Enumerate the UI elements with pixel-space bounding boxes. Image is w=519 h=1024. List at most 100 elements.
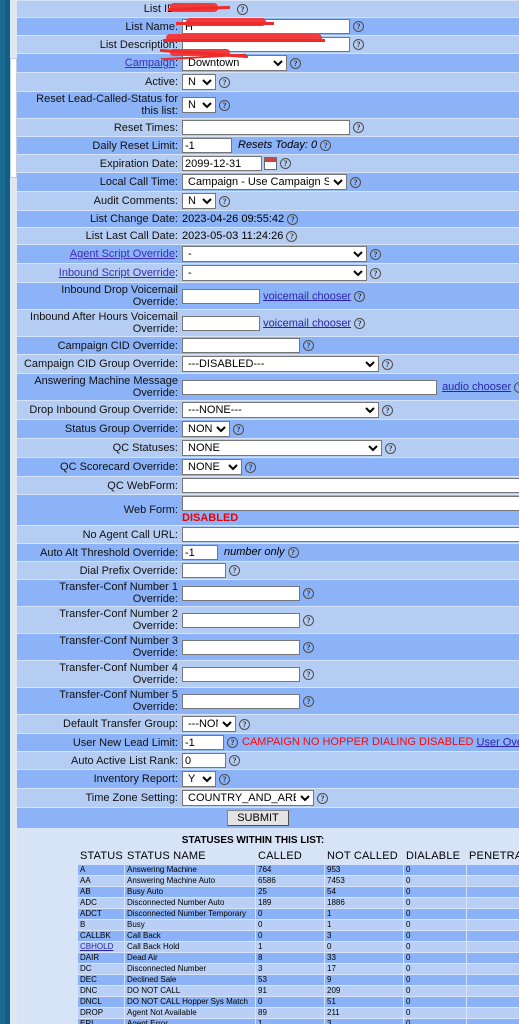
- help-icon[interactable]: ?: [370, 248, 381, 260]
- select-input[interactable]: COUNTRY_AND_AREA_CODE: [182, 790, 314, 806]
- help-icon[interactable]: ?: [354, 290, 366, 302]
- select-input[interactable]: Campaign - Use Campaign Settings: [182, 174, 347, 190]
- text-input[interactable]: [182, 693, 300, 709]
- select-input[interactable]: ---NONE---: [182, 402, 379, 418]
- select-input[interactable]: NONE: [182, 459, 242, 475]
- help-icon[interactable]: ?: [350, 176, 361, 188]
- text-input[interactable]: [182, 379, 437, 395]
- text-input[interactable]: [182, 156, 262, 171]
- help-icon[interactable]: ?: [219, 773, 230, 785]
- help-icon[interactable]: ?: [286, 230, 298, 242]
- submit-button[interactable]: SUBMIT: [227, 810, 289, 826]
- user-overrides-link[interactable]: User Overrides for this: [477, 736, 519, 748]
- help-icon[interactable]: ?: [290, 57, 301, 69]
- help-icon[interactable]: ?: [303, 641, 314, 653]
- penetration-cell: 0%: [467, 1008, 519, 1018]
- help-icon[interactable]: ?: [354, 317, 366, 329]
- text-input[interactable]: [182, 639, 300, 655]
- help-icon[interactable]: ?: [303, 668, 314, 680]
- form-row-label-link[interactable]: Campaign: [125, 57, 175, 69]
- chooser-link[interactable]: voicemail chooser: [263, 317, 351, 329]
- help-icon[interactable]: ?: [514, 381, 519, 393]
- select-input[interactable]: N: [182, 97, 216, 113]
- help-icon[interactable]: ?: [229, 565, 240, 576]
- text-input[interactable]: [182, 545, 218, 560]
- help-icon[interactable]: ?: [219, 195, 230, 207]
- form-row-label-link[interactable]: Agent Script Override: [70, 248, 175, 260]
- status-code-link[interactable]: CBHOLD: [80, 942, 113, 951]
- status-code-cell[interactable]: CBHOLD: [78, 942, 124, 952]
- help-icon[interactable]: ?: [303, 695, 314, 707]
- help-icon[interactable]: ?: [239, 718, 250, 730]
- text-input[interactable]: [182, 138, 232, 153]
- help-icon[interactable]: ?: [353, 122, 364, 133]
- select-input[interactable]: Y: [182, 771, 216, 787]
- form-row-field: 2023-05-03 11:24:26?: [180, 227, 519, 245]
- select-input[interactable]: N: [182, 74, 216, 90]
- penetration-cell: 0%: [467, 865, 519, 875]
- text-input[interactable]: [182, 563, 226, 578]
- help-icon[interactable]: ?: [303, 340, 314, 351]
- select-input[interactable]: NONE: [182, 440, 382, 456]
- form-row: Dial Prefix Override:?: [17, 561, 519, 580]
- help-icon[interactable]: ?: [320, 140, 332, 151]
- select-input[interactable]: NONE: [182, 421, 230, 437]
- select-input[interactable]: Downtown: [182, 55, 287, 71]
- submit-cell: SUBMIT: [17, 807, 519, 829]
- text-input[interactable]: [182, 753, 226, 768]
- help-icon[interactable]: ?: [317, 792, 328, 804]
- text-input[interactable]: [182, 37, 350, 52]
- help-icon[interactable]: ?: [280, 158, 291, 169]
- text-input[interactable]: [182, 19, 350, 34]
- chooser-link[interactable]: voicemail chooser: [263, 290, 351, 302]
- text-input[interactable]: [182, 735, 224, 750]
- text-input[interactable]: [182, 288, 260, 304]
- form-row-field: voicemail chooser?: [180, 309, 519, 337]
- help-icon[interactable]: ?: [370, 267, 381, 279]
- help-icon[interactable]: ?: [219, 76, 230, 88]
- text-input[interactable]: [182, 315, 260, 331]
- select-input[interactable]: -: [182, 265, 367, 281]
- help-icon[interactable]: ?: [382, 358, 393, 370]
- text-input[interactable]: [182, 120, 350, 135]
- help-icon[interactable]: ?: [303, 614, 314, 626]
- penetration-cell: 100%: [467, 986, 519, 996]
- status-code-cell: DC: [78, 964, 124, 974]
- help-icon[interactable]: ?: [237, 3, 248, 15]
- help-icon[interactable]: ?: [382, 404, 393, 416]
- text-input[interactable]: [182, 496, 519, 511]
- help-icon[interactable]: ?: [233, 423, 244, 435]
- chooser-link[interactable]: audio chooser: [442, 381, 511, 393]
- text-input[interactable]: [182, 527, 519, 542]
- help-icon[interactable]: ?: [219, 99, 230, 111]
- form-row: Status Group Override: NONE?: [17, 419, 519, 439]
- status-name-cell: Call Back: [125, 931, 255, 941]
- status-name-cell: DO NOT CALL: [125, 986, 255, 996]
- select-input[interactable]: N: [182, 193, 216, 209]
- status-name-cell: DO NOT CALL Hopper Sys Match: [125, 997, 255, 1007]
- help-icon[interactable]: ?: [385, 442, 396, 454]
- select-input[interactable]: ---NONE---: [182, 716, 236, 732]
- help-icon[interactable]: ?: [229, 755, 240, 766]
- help-icon[interactable]: ?: [287, 213, 299, 225]
- select-input[interactable]: -: [182, 246, 367, 262]
- calendar-icon[interactable]: [264, 157, 277, 170]
- help-icon[interactable]: ?: [303, 587, 314, 599]
- not-called-cell: 209: [325, 986, 403, 996]
- dialable-cell: 0: [404, 975, 466, 985]
- help-icon[interactable]: ?: [287, 547, 299, 558]
- help-icon[interactable]: ?: [353, 21, 364, 32]
- text-input[interactable]: [182, 478, 519, 493]
- text-input[interactable]: [182, 338, 300, 353]
- text-input[interactable]: [182, 612, 300, 628]
- help-icon[interactable]: ?: [353, 39, 364, 50]
- status-code-cell: AA: [78, 876, 124, 886]
- scrollbar-thumb[interactable]: [10, 58, 17, 178]
- help-icon[interactable]: ?: [245, 461, 256, 473]
- text-input[interactable]: [182, 666, 300, 682]
- form-row-label-link[interactable]: Inbound Script Override: [59, 267, 175, 279]
- form-row-label: No Agent Call URL:: [17, 525, 180, 544]
- select-input[interactable]: ---DISABLED---: [182, 356, 379, 372]
- help-icon[interactable]: ?: [227, 737, 238, 748]
- text-input[interactable]: [182, 585, 300, 601]
